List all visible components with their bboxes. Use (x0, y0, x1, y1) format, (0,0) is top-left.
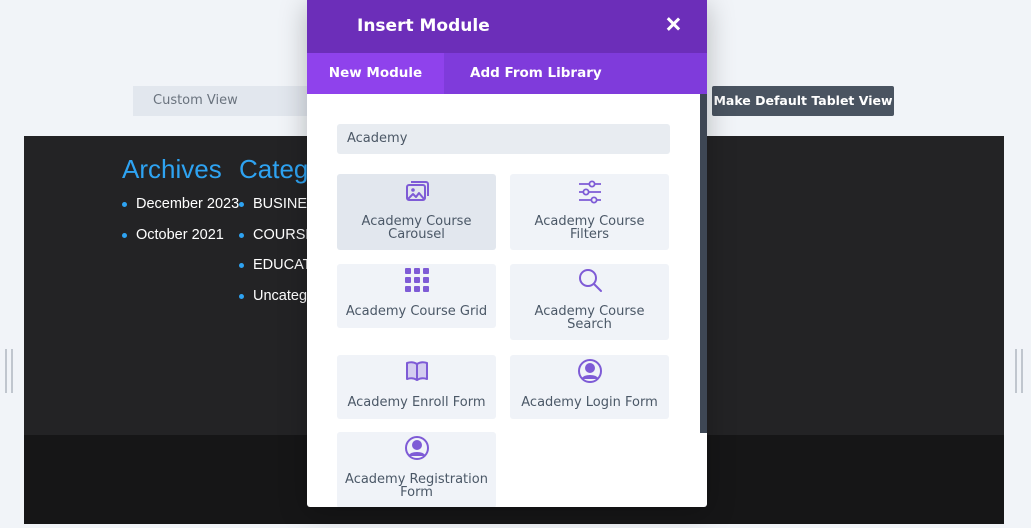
custom-view-field[interactable]: Custom View (133, 86, 313, 116)
bullet-icon (239, 293, 244, 299)
bullet-icon (122, 202, 127, 207)
module-label: Academy Course Filters (534, 214, 645, 242)
close-icon[interactable] (665, 16, 681, 32)
make-default-tablet-view-button[interactable]: Make Default Tablet View (712, 86, 894, 116)
category-link[interactable]: Uncateg (239, 287, 317, 306)
archive-link[interactable]: December 2023 (122, 195, 239, 214)
left-resize-handle[interactable] (5, 349, 13, 393)
module-label: Academy Course Search (534, 304, 645, 332)
module-academy-course-carousel[interactable]: Academy Course Carousel (337, 174, 496, 250)
module-academy-login-form[interactable]: Academy Login Form (510, 355, 669, 419)
bullet-icon (122, 232, 127, 238)
modal-body: Academy Academy Course Carousel Academy … (307, 94, 707, 507)
tab-new-module[interactable]: New Module (307, 53, 444, 94)
modal-tabs: New Module Add From Library (307, 53, 707, 94)
right-resize-handle[interactable] (1015, 349, 1023, 393)
module-academy-registration-form[interactable]: Academy Registration Form (337, 432, 496, 507)
modal-title: Insert Module (357, 16, 490, 36)
book-icon (404, 358, 430, 384)
module-label: Academy Course Carousel (361, 214, 472, 242)
modal-header: Insert Module (307, 0, 707, 53)
categories-widget: Categ BUSINES COURSE EDUCAT Uncateg (239, 152, 317, 317)
search-icon (577, 267, 603, 293)
archive-link[interactable]: October 2021 (122, 226, 239, 245)
user-icon (404, 435, 430, 461)
module-label: Academy Enroll Form (347, 395, 486, 410)
bullet-icon (239, 232, 244, 238)
module-academy-course-grid[interactable]: Academy Course Grid (337, 264, 496, 328)
module-academy-course-search[interactable]: Academy Course Search (510, 264, 669, 340)
module-search-input[interactable]: Academy (337, 124, 670, 154)
grid-icon (404, 267, 430, 293)
category-link[interactable]: BUSINES (239, 195, 317, 214)
categories-title: Categ (239, 154, 309, 184)
module-label: Academy Course Grid (345, 304, 488, 319)
categories-list: BUSINES COURSE EDUCAT Uncateg (239, 195, 317, 306)
image-icon (404, 179, 430, 205)
module-academy-enroll-form[interactable]: Academy Enroll Form (337, 355, 496, 419)
category-link[interactable]: COURSE (239, 226, 317, 245)
module-academy-course-filters[interactable]: Academy Course Filters (510, 174, 669, 250)
category-link[interactable]: EDUCAT (239, 256, 317, 275)
module-label: Academy Registration Form (345, 472, 488, 500)
bullet-icon (239, 263, 244, 268)
user-icon (577, 358, 603, 384)
insert-module-modal: Insert Module New Module Add From Librar… (307, 0, 707, 507)
archives-widget: Archives December 2023 October 2021 (122, 152, 239, 256)
sliders-icon (577, 179, 603, 205)
tab-add-from-library[interactable]: Add From Library (444, 53, 602, 94)
module-label: Academy Login Form (521, 395, 658, 410)
bullet-icon (239, 202, 244, 207)
modal-scrollbar[interactable] (700, 94, 707, 433)
archives-list: December 2023 October 2021 (122, 195, 239, 245)
archives-title: Archives (122, 154, 222, 184)
